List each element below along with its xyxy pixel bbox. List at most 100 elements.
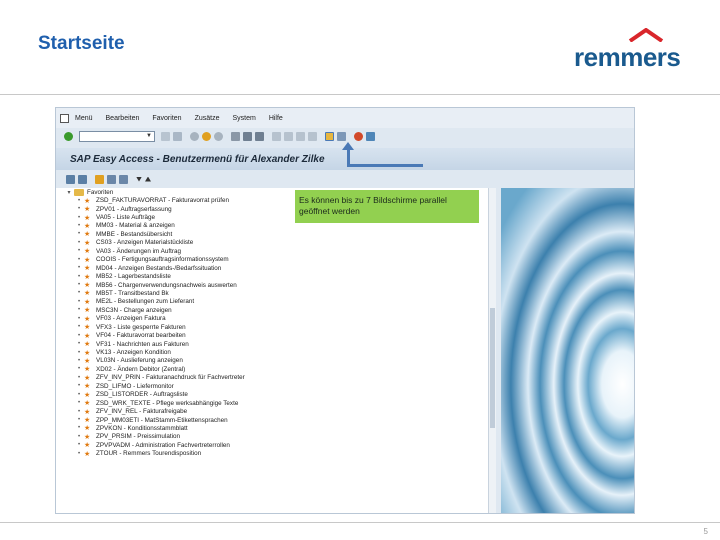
expand-dropdown-icon[interactable] [136, 176, 142, 182]
favorite-label: ZSD_WRK_TEXTE - Pflege werksabhängige Te… [96, 399, 239, 407]
favorite-label: ME2L - Bestellungen zum Lieferant [96, 298, 195, 306]
enter-icon[interactable] [64, 131, 73, 141]
favorite-label: VF31 - Nachrichten aus Fakturen [96, 340, 189, 348]
menu-item[interactable]: System [232, 115, 255, 122]
favorite-item[interactable]: • ★ VK13 - Anzeigen Kondition [56, 348, 491, 357]
tree-root-label: Favoriten [87, 188, 114, 196]
new-session-icon[interactable] [325, 131, 334, 141]
find-next-icon[interactable] [255, 131, 264, 141]
menu-item[interactable]: Hilfe [269, 115, 283, 122]
bullet-icon: • [77, 265, 81, 272]
transaction-star-icon: ★ [84, 442, 91, 450]
favorite-item[interactable]: • ★ MB56 - Chargenverwendungsnachweis ausw… [56, 281, 491, 290]
bullet-icon: • [77, 366, 81, 373]
favorite-label: ZSD_LIFMO - Liefermonitor [96, 382, 174, 390]
favorite-item[interactable]: • ★ ZPVKON - Konditionsstammblatt [56, 424, 491, 433]
favorite-label: VFX3 - Liste gesperrte Fakturen [96, 323, 186, 331]
collapse-icon[interactable] [145, 176, 151, 182]
shortcut-icon[interactable] [337, 131, 346, 141]
favorite-label: ZPVKON - Konditionsstammblatt [96, 424, 188, 432]
favorite-item[interactable]: • ★ MM03 - Material & anzeigen [56, 222, 491, 230]
scrollbar-thumb[interactable] [490, 308, 495, 428]
favorite-item[interactable]: • ★ MD04 - Anzeigen Bestands-/Bedarfssitua… [56, 264, 491, 273]
transaction-star-icon: ★ [84, 408, 91, 416]
bullet-icon: • [77, 214, 81, 221]
save-icon[interactable] [173, 131, 182, 141]
favorite-item[interactable]: • ★ MMBE - Bestandsübersicht [56, 230, 491, 239]
favorite-label: ZFV_INV_REL - Fakturafreigabe [96, 408, 188, 416]
bullet-icon: • [77, 206, 81, 213]
logo-text: remmers [574, 42, 681, 72]
transaction-star-icon: ★ [84, 366, 91, 374]
bullet-icon: • [77, 273, 81, 280]
favorite-item[interactable]: • ★ VF03 - Anzeigen Faktura [56, 315, 491, 323]
favorite-item[interactable]: • ★ ZSD_LISTORDER - Auftragsliste [56, 391, 491, 399]
folder-icon [74, 188, 84, 196]
favorite-item[interactable]: • ★ VF04 - Fakturavorrat bearbeiten [56, 331, 491, 340]
command-field[interactable]: ▼ [79, 130, 155, 142]
next-page-icon[interactable] [296, 131, 305, 141]
expand-arrow-icon[interactable]: ▾ [64, 189, 74, 196]
help-icon[interactable] [354, 131, 363, 141]
back-nav-icon[interactable] [161, 131, 170, 141]
print-icon[interactable] [231, 131, 240, 141]
favorite-item[interactable]: • ★ VFX3 - Liste gesperrte Fakturen [56, 323, 491, 332]
window-menu-icon[interactable] [60, 113, 69, 123]
slide: Startseite remmers Menü Bearbeiten Favor… [0, 0, 720, 540]
bullet-icon: • [77, 391, 81, 398]
favorite-item[interactable]: • ★ ZPVPVADM - Administration Fachvertrete… [56, 441, 491, 450]
cancel-icon[interactable] [214, 131, 223, 141]
favorite-item[interactable]: • ★ MB52 - Lagerbestandsliste [56, 272, 491, 281]
first-page-icon[interactable] [272, 131, 281, 141]
last-page-icon[interactable] [308, 131, 317, 141]
transaction-star-icon: ★ [84, 383, 91, 391]
favorite-item[interactable]: • ★ VA03 - Änderungen im Auftrag [56, 247, 491, 256]
favorite-item[interactable]: • ★ COOIS - Fertigungsauftragsinformations… [56, 256, 491, 264]
sap-menu-icon[interactable] [78, 174, 87, 184]
chevron-down-icon[interactable]: ▼ [146, 133, 154, 139]
menu-item[interactable]: Bearbeiten [106, 115, 140, 122]
favorite-item[interactable]: • ★ ZFV_INV_PRIN - Fakturanachdruck für Fa… [56, 374, 491, 382]
tree-scrollbar[interactable] [488, 188, 496, 513]
find-icon[interactable] [243, 131, 252, 141]
favorites-add-icon[interactable] [95, 174, 104, 184]
transaction-star-icon: ★ [84, 282, 91, 290]
transaction-star-icon: ★ [84, 214, 91, 222]
bullet-icon: • [77, 197, 81, 204]
menu-item[interactable]: Favoriten [152, 115, 181, 122]
bullet-icon: • [77, 231, 81, 238]
favorite-label: MB56 - Chargenverwendungsnachweis auswer… [96, 281, 237, 289]
favorite-item[interactable]: • ★ ME2L - Bestellungen zum Lieferant [56, 298, 491, 306]
favorite-item[interactable]: • ★ ZFV_INV_REL - Fakturafreigabe [56, 407, 491, 416]
bullet-icon: • [77, 298, 81, 305]
favorite-item[interactable]: • ★ VL03N - Auslieferung anzeigen [56, 357, 491, 365]
previous-page-icon[interactable] [284, 131, 293, 141]
favorite-item[interactable]: • ★ ZTOUR - Remmers Tourendisposition [56, 450, 491, 458]
user-menu-icon[interactable] [66, 174, 75, 184]
menu-item[interactable]: Zusätze [195, 115, 220, 122]
header-divider [0, 94, 720, 95]
favorites-tree: ▾ Favoriten • ★ ZSD_FAKTURAVORRAT - Faktur… [56, 188, 491, 513]
favorite-item[interactable]: • ★ MSC3N - Charge anzeigen [56, 306, 491, 315]
exit-icon[interactable] [202, 131, 211, 141]
favorite-item[interactable]: • ★ ZSD_WRK_TEXTE - Pflege werksabhängige … [56, 399, 491, 408]
favorite-label: VF04 - Fakturavorrat bearbeiten [96, 332, 186, 340]
favorite-label: ZPV_PRSIM - Preissimulation [96, 433, 180, 441]
favorite-label: XD02 - Ändern Debitor (Zentral) [96, 365, 186, 373]
layout-menu-icon[interactable] [366, 131, 375, 141]
favorite-item[interactable]: • ★ ZPV_PRSIM - Preissimulation [56, 433, 491, 441]
delete-favorite-icon[interactable] [107, 174, 116, 184]
favorite-item[interactable]: • ★ CS03 - Anzeigen Materialstückliste [56, 239, 491, 247]
bullet-icon: • [77, 442, 81, 449]
favorite-item[interactable]: • ★ MB5T - Transitbestand Bk [56, 289, 491, 298]
favorite-item[interactable]: • ★ ZSD_LIFMO - Liefermonitor [56, 382, 491, 391]
favorite-item[interactable]: • ★ ZPP_MM03ETI - MatStamm-Etikettensprach… [56, 416, 491, 425]
change-favorite-icon[interactable] [119, 174, 128, 184]
back-icon[interactable] [190, 131, 199, 141]
favorite-item[interactable]: • ★ XD02 - Ändern Debitor (Zentral) [56, 365, 491, 374]
menu-item[interactable]: Menü [75, 115, 93, 122]
favorite-item[interactable]: • ★ VF31 - Nachrichten aus Fakturen [56, 340, 491, 349]
favorite-label: ZSD_FAKTURAVORRAT - Fakturavorrat prüfen [96, 197, 229, 205]
favorite-label: MM03 - Material & anzeigen [96, 222, 175, 230]
bullet-icon: • [77, 315, 81, 322]
